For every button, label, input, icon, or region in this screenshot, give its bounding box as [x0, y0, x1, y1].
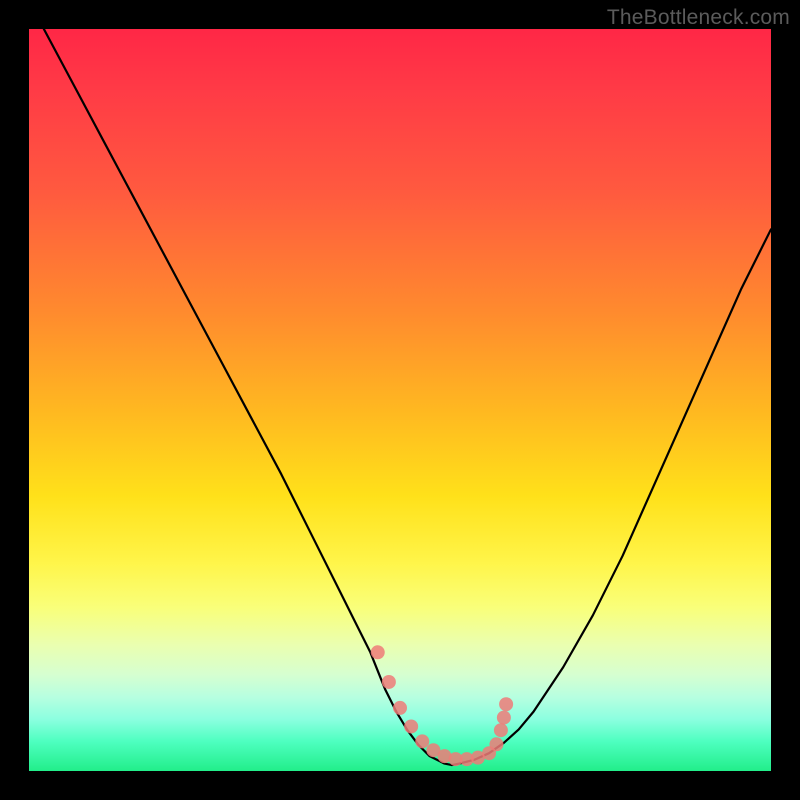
marker-dot: [499, 697, 513, 711]
curve-left-curve: [44, 29, 452, 765]
marker-dot: [415, 734, 429, 748]
marker-dot: [371, 645, 385, 659]
plot-area: [29, 29, 771, 771]
marker-dot: [382, 675, 396, 689]
marker-dot: [489, 737, 503, 751]
marker-dot: [494, 723, 508, 737]
watermark-text: TheBottleneck.com: [607, 6, 790, 30]
marker-dot: [497, 711, 511, 725]
bottleneck-curve-chart: [29, 29, 771, 771]
marker-dot: [404, 719, 418, 733]
marker-dot: [393, 701, 407, 715]
curve-right-curve: [452, 229, 771, 765]
